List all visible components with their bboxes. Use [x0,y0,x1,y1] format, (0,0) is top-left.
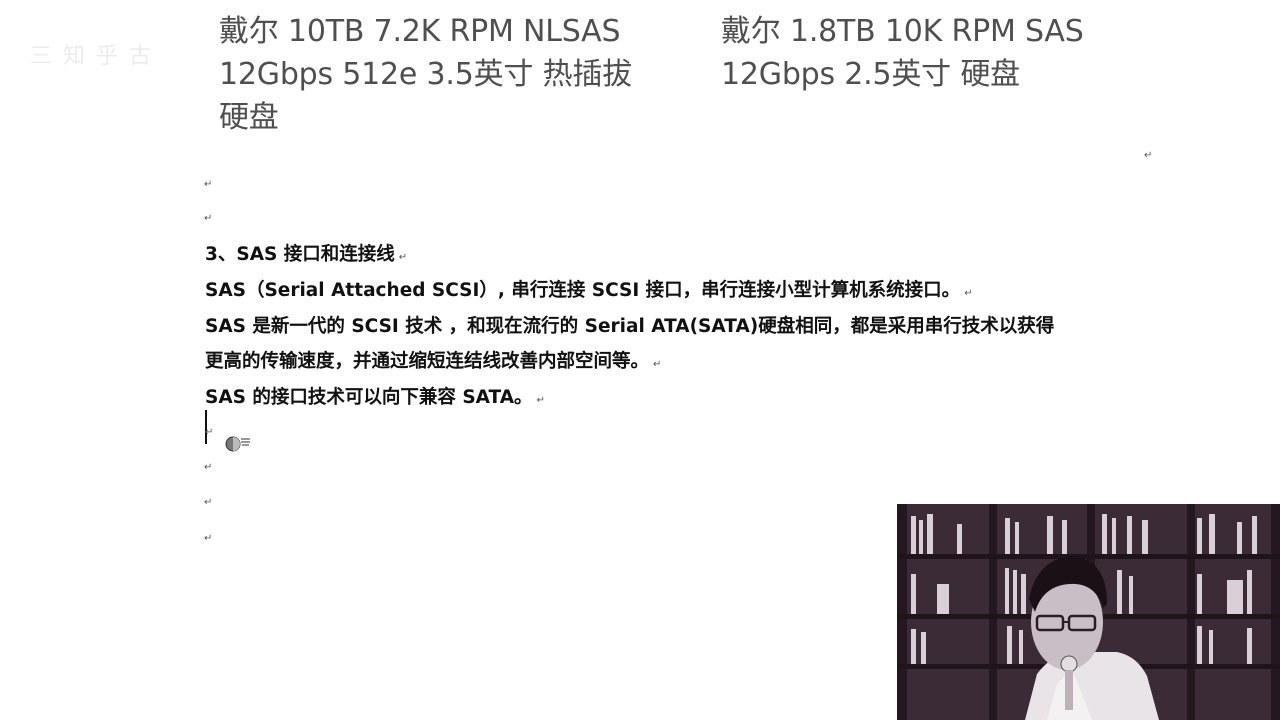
doc-paragraph-2-line-2[interactable]: 更高的传输速度，并通过缩短连结线改善内部空间等。 ↵ [205,347,661,373]
paragraph-mark: ↵ [204,213,213,224]
paragraph-text: SAS 是新一代的 SCSI 技术 ，和现在流行的 Serial ATA(SAT… [205,316,1055,337]
paragraph-mark: ↵ [398,252,408,263]
product-left-line-2: 12Gbps 512e 3.5英寸 热插拔 [219,57,632,92]
paragraph-mark: ↵ [204,533,213,544]
doc-paragraph-3[interactable]: SAS 的接口技术可以向下兼容 SATA。 ↵ [205,383,545,409]
doc-paragraph-1[interactable]: SAS（Serial Attached SCSI）, 串行连接 SCSI 接口，… [205,276,973,302]
paragraph-text: 更高的传输速度，并通过缩短连结线改善内部空间等。 [205,351,650,372]
paragraph-text: SAS 的接口技术可以向下兼容 SATA。 [205,387,533,408]
paragraph-mark: ↵ [204,179,213,190]
webcam-presenter-overlay [897,504,1280,720]
watermark-logo: 三 知 乎 古 [30,44,153,69]
product-caption-left: 戴尔 10TB 7.2K RPM NLSAS 12Gbps 512e 3.5英寸… [219,10,689,139]
product-right-line-2: 12Gbps 2.5英寸 硬盘 [721,57,1020,92]
product-left-line-3: 硬盘 [219,100,279,135]
product-left-line-1: 戴尔 10TB 7.2K RPM NLSAS [219,14,621,49]
doc-paragraph-2-line-1[interactable]: SAS 是新一代的 SCSI 技术 ，和现在流行的 Serial ATA(SAT… [205,312,1054,338]
product-caption-right: 戴尔 1.8TB 10K RPM SAS 12Gbps 2.5英寸 硬盘 [721,10,1141,96]
paragraph-mark: ↵ [204,462,213,473]
paragraph-mark: ↵ [204,497,213,508]
paragraph-mark: ↵ [653,359,662,370]
heading-text: 3、SAS 接口和连接线 [205,244,395,265]
paragraph-mark: ↵ [964,288,973,299]
presenter-video-frame [897,504,1280,720]
paragraph-mark: ↵ [205,427,214,438]
paragraph-mark: ↵ [1144,150,1153,161]
product-right-line-1: 戴尔 1.8TB 10K RPM SAS [721,14,1084,49]
paragraph-text: SAS（Serial Attached SCSI）, 串行连接 SCSI 接口，… [205,280,961,301]
busy-pointer-icon [225,436,250,452]
section-heading[interactable]: 3、SAS 接口和连接线 ↵ [205,240,407,266]
paragraph-mark: ↵ [536,395,545,406]
